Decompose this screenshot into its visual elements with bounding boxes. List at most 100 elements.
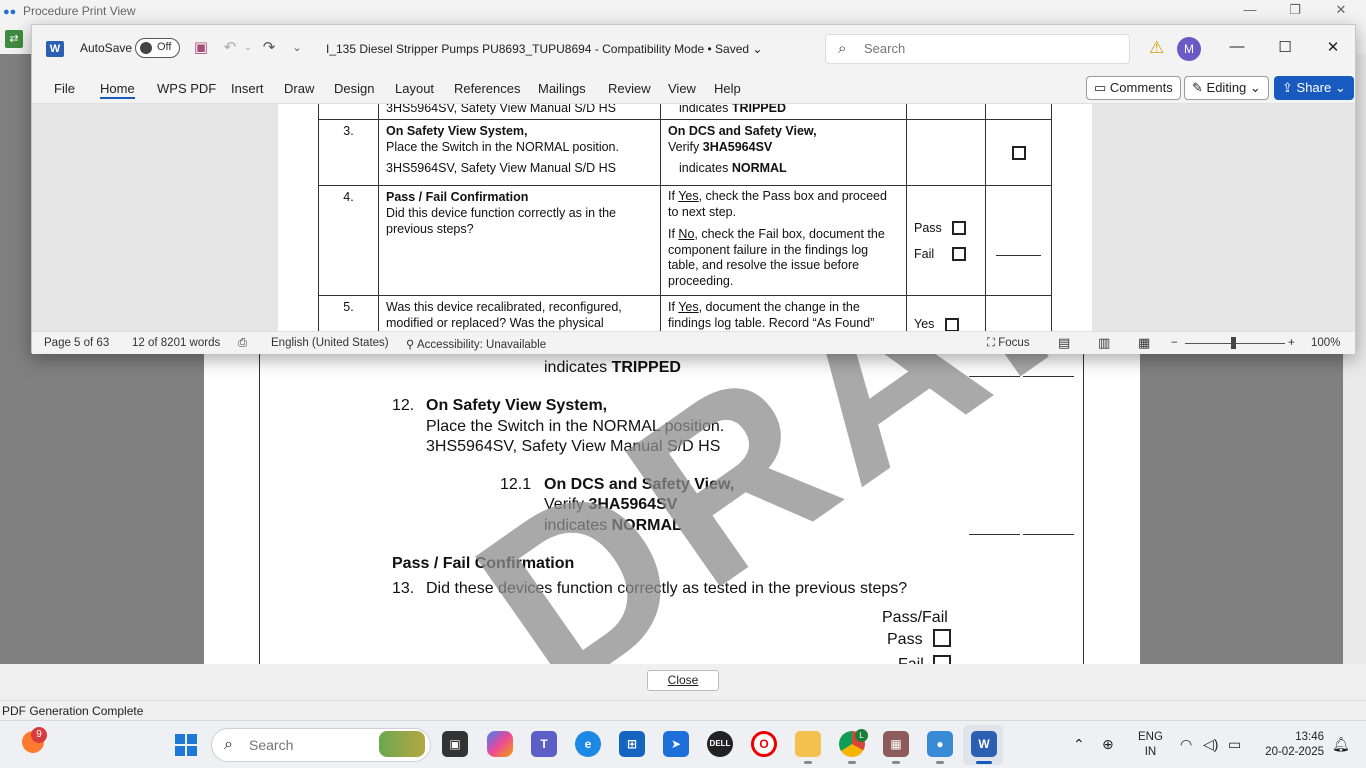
tab-help[interactable]: Help (714, 81, 741, 96)
chrome-profile-badge: L (855, 729, 868, 742)
save-icon[interactable]: ▣ (190, 38, 212, 56)
power-automate-icon[interactable]: ➤ (663, 731, 689, 757)
redo-icon[interactable]: ↷ (258, 38, 280, 56)
table-cell: On Safety View System, Place the Switch … (378, 119, 661, 186)
toggle-knob (140, 42, 152, 54)
tab-home[interactable]: Home (100, 81, 135, 99)
procedure-table: 3HS5964SV, Safety View Manual S/D HS ind… (318, 104, 1052, 331)
focus-icon: ⛶ (987, 337, 996, 349)
web-layout-icon[interactable]: ▦ (1138, 335, 1150, 351)
signature-line (1023, 534, 1074, 535)
taskbar: 9 ⌕ ▣ T e ⊞ ➤ DELL O L ▦ ● W ⌃ ⊕ ENGIN ◠… (0, 720, 1366, 768)
yes-checkbox[interactable] (944, 317, 959, 331)
app-icon[interactable]: ▦ (883, 731, 909, 757)
table-cell: Pass / Fail Confirmation Did this device… (378, 185, 661, 296)
tab-review[interactable]: Review (608, 81, 651, 96)
tab-wps-pdf[interactable]: WPS PDF (157, 81, 216, 96)
input-language[interactable]: ENG IN (1138, 730, 1163, 760)
checkbox[interactable] (1011, 146, 1026, 161)
read-mode-icon[interactable]: ▤ (1058, 335, 1070, 351)
search-input[interactable] (864, 41, 1114, 56)
tab-view[interactable]: View (668, 81, 696, 96)
taskbar-search-input[interactable] (249, 737, 369, 753)
fail-checkbox[interactable] (951, 247, 966, 262)
close-icon[interactable]: ✕ (1326, 2, 1356, 18)
pencil-icon: ✎ (1192, 80, 1203, 95)
wifi-icon[interactable]: ◠ (1180, 736, 1192, 753)
customize-toolbar-icon[interactable]: ⌄ (286, 41, 308, 54)
tab-design[interactable]: Design (334, 81, 374, 96)
pass-checkbox (933, 629, 951, 647)
yes-label: Yes (914, 317, 935, 331)
chevron-down-icon: ⌄ (1249, 80, 1261, 95)
table-cell: If Yes, document the change in the findi… (660, 295, 907, 331)
step-12-number: 12. (392, 397, 415, 414)
page-count[interactable]: Page 5 of 63 (44, 337, 109, 349)
teams-icon[interactable]: T (531, 731, 557, 757)
document-title[interactable]: I_135 Diesel Stripper Pumps PU8693_TUPU8… (326, 42, 762, 56)
edge-icon[interactable]: e (575, 731, 601, 757)
task-view-icon[interactable]: ▣ (442, 731, 468, 757)
tab-draw[interactable]: Draw (284, 81, 314, 96)
zoom-slider-thumb[interactable] (1231, 337, 1236, 349)
editing-button[interactable]: ✎ Editing ⌄ (1184, 76, 1269, 100)
autosave-state: Off (157, 41, 172, 53)
word-taskbar-icon[interactable]: W (971, 731, 997, 757)
proofing-icon[interactable]: ⎙ (238, 337, 247, 350)
close-button[interactable]: Close (647, 670, 719, 691)
word-count[interactable]: 12 of 8201 words (132, 337, 220, 349)
notifications-icon[interactable]: 🔔︎ (1332, 736, 1350, 753)
tab-mailings[interactable]: Mailings (538, 81, 586, 96)
minimize-icon[interactable]: — (1235, 2, 1265, 17)
comments-button[interactable]: ▭ Comments (1086, 76, 1181, 100)
copilot-icon[interactable] (487, 731, 513, 757)
document-canvas[interactable]: 3HS5964SV, Safety View Manual S/D HS ind… (32, 104, 1355, 331)
signature-line (969, 534, 1020, 535)
pass-checkbox[interactable] (952, 221, 967, 236)
close-icon[interactable]: ✕ (1318, 38, 1348, 56)
share-button[interactable]: ⇪ Share ⌄ (1274, 76, 1354, 100)
dell-icon[interactable]: DELL (707, 731, 733, 757)
print-layout-icon[interactable]: ▥ (1098, 335, 1110, 351)
chevron-down-icon: ⌄ (1334, 80, 1346, 95)
accessibility-status[interactable]: ⚲ Accessibility: Unavailable (406, 337, 546, 351)
print-view-titlebar: ●● Procedure Print View — ❐ ✕ (0, 0, 1366, 24)
table-cell: On DCS and Safety View, Verify 3HA5964SV… (660, 119, 907, 186)
maximize-icon[interactable]: ❐ (1280, 2, 1310, 18)
tab-insert[interactable]: Insert (231, 81, 264, 96)
table-cell: Was this device recalibrated, reconfigur… (378, 295, 661, 331)
word-page: 3HS5964SV, Safety View Manual S/D HS ind… (278, 104, 1092, 331)
procedure-app-icon[interactable]: ● (927, 731, 953, 757)
zoom-level[interactable]: 100% (1311, 337, 1340, 349)
windows-start-icon[interactable] (175, 734, 197, 756)
avatar[interactable]: M (1177, 37, 1201, 61)
undo-dropdown-icon[interactable]: ⌄ (237, 42, 259, 53)
file-explorer-icon[interactable] (795, 731, 821, 757)
tab-references[interactable]: References (454, 81, 520, 96)
network-status-icon[interactable]: ⊕ (1102, 736, 1114, 753)
opera-icon[interactable]: O (751, 731, 777, 757)
autosave-toggle[interactable]: Off (135, 38, 180, 58)
focus-button[interactable]: ⛶ Focus (987, 337, 1030, 350)
maximize-icon[interactable]: ☐ (1270, 38, 1300, 56)
store-icon[interactable]: ⊞ (619, 731, 645, 757)
chevron-up-icon[interactable]: ⌃ (1073, 736, 1085, 753)
search-highlight-icon[interactable] (379, 731, 425, 757)
print-view-statusbar: PDF Generation Complete (0, 700, 1366, 720)
minimize-icon[interactable]: — (1222, 38, 1252, 55)
export-icon[interactable]: ⇄ (5, 30, 23, 48)
search-box[interactable]: ⌕ (825, 34, 1130, 64)
tab-layout[interactable]: Layout (395, 81, 434, 96)
volume-icon[interactable]: ◁) (1203, 736, 1218, 753)
zoom-out-button[interactable]: − (1171, 337, 1178, 349)
word-window: W AutoSave Off ▣ ↶ ⌄ ↷ ⌄ I_135 Diesel St… (31, 24, 1356, 354)
fail-label: Fail (914, 246, 935, 261)
comment-icon: ▭ (1094, 80, 1107, 95)
clock[interactable]: 13:46 20-02-2025 (1258, 730, 1324, 760)
language[interactable]: English (United States) (271, 337, 389, 349)
battery-icon[interactable]: ▭ (1228, 736, 1241, 753)
search-icon: ⌕ (224, 736, 233, 753)
zoom-in-button[interactable]: + (1288, 337, 1295, 349)
tab-file[interactable]: File (54, 81, 75, 96)
warning-icon[interactable]: ⚠ (1149, 38, 1164, 58)
